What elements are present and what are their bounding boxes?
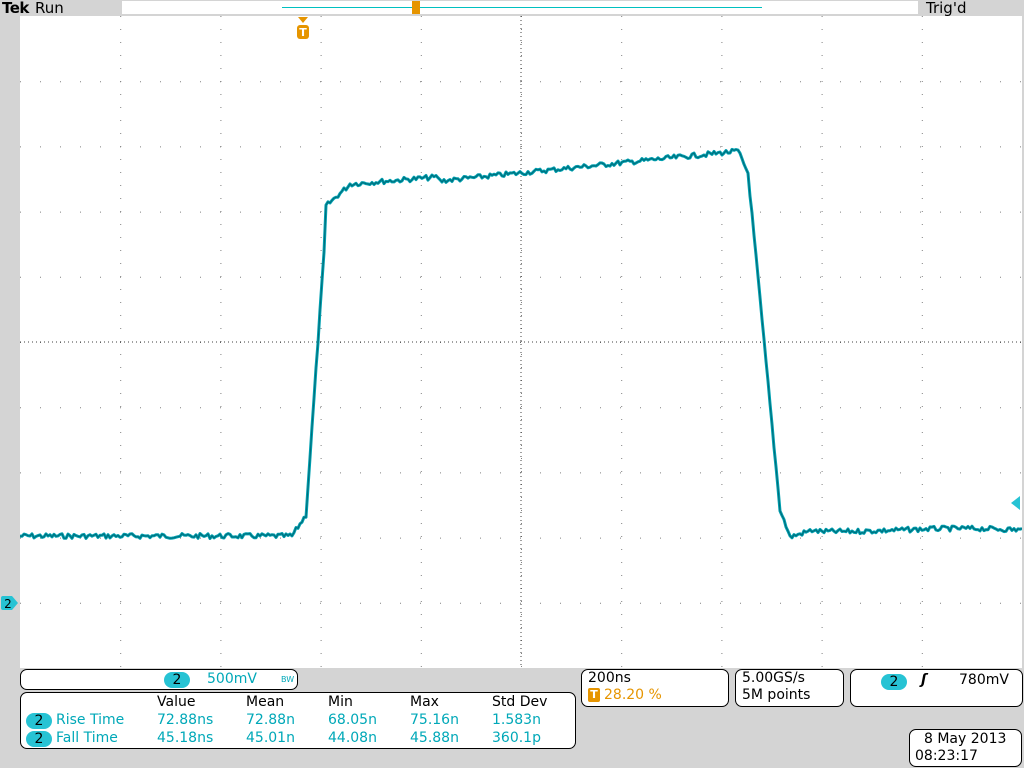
measurement-name-rise-time[interactable]: Rise Time [56,712,124,728]
time: 08:23:17 [915,748,978,764]
channel-2-trace [20,147,1022,540]
channel-2-ground-label: 2 [4,597,12,611]
trigger-source-badge: 2 [881,674,907,690]
trigger-position-icon[interactable]: T [296,17,310,41]
rise-time-value: 72.88ns [157,712,214,728]
channel-2-waveform [20,147,1022,540]
trigger-readout[interactable]: 2 ʃ 780mV [850,669,1023,707]
trigger-position-percent: 28.20 % [604,687,662,703]
acquisition-readout[interactable]: 5.00GS/s 5M points [735,669,844,707]
fall-time-std-dev: 360.1p [492,730,541,746]
brand-logo: Tek [2,0,29,17]
date: 8 May 2013 [924,731,1007,747]
record-waveform-line [282,7,762,8]
fall-time-value: 45.18ns [157,730,214,746]
trigger-position-badge: T [588,688,600,702]
row-channel-badge: 2 [26,731,52,747]
trigger-level: 780mV [959,672,1009,688]
channel-2-ground-icon[interactable]: 2 [0,595,20,611]
record-length: 5M points [742,687,811,703]
rising-edge-icon: ʃ [921,672,927,688]
column-header-mean: Mean [246,694,285,710]
status-bar: Tek Run Trig'd [0,0,1024,17]
fall-time-min: 44.08n [328,730,377,746]
fall-time-max: 45.88n [410,730,459,746]
sample-rate: 5.00GS/s [742,670,805,686]
column-header-value: Value [157,694,196,710]
trigger-status: Trig'd [926,0,967,17]
measurement-table[interactable]: Value Mean Min Max Std Dev 2 Rise Time 7… [20,692,576,749]
vertical-scale: 500mV [207,671,257,687]
trigger-level-icon[interactable] [1009,496,1021,510]
trigger-position-label: T [299,26,307,39]
rise-time-max: 75.16n [410,712,459,728]
channel-scale-readout[interactable]: 2 500mV BW [20,669,298,690]
row-channel-badge: 2 [26,713,52,729]
channel-2-trace-core [20,148,1022,540]
measurement-name-fall-time[interactable]: Fall Time [56,730,118,746]
timebase-readout[interactable]: 200ns T 28.20 % [581,669,729,707]
column-header-std-dev: Std Dev [492,694,548,710]
run-status[interactable]: Run [35,0,64,17]
rise-time-mean: 72.88n [246,712,295,728]
channel-badge: 2 [164,672,190,688]
record-view-bar[interactable] [122,1,918,14]
rise-time-std-dev: 1.583n [492,712,541,728]
rise-time-min: 68.05n [328,712,377,728]
record-trigger-marker [412,1,420,14]
fall-time-mean: 45.01n [246,730,295,746]
clock-readout: 8 May 2013 08:23:17 [909,729,1022,767]
time-per-division: 200ns [588,670,631,686]
column-header-min: Min [328,694,353,710]
bandwidth-limit-icon: BW [281,675,295,684]
column-header-max: Max [410,694,439,710]
waveform-display[interactable] [20,16,1022,668]
